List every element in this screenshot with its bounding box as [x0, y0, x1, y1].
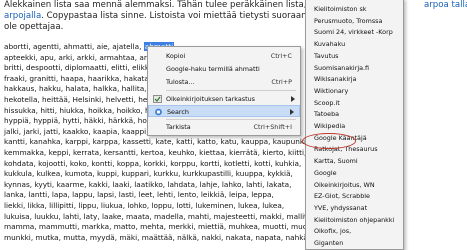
menu-item-inspect-label: Tarkista	[166, 123, 191, 131]
highlight-circle	[302, 133, 356, 149]
menu-separator	[166, 119, 296, 120]
menu-separator	[166, 90, 296, 91]
menu-item-search[interactable]: Search	[148, 105, 300, 117]
menu-item-copy-label: Kopioi	[166, 52, 186, 60]
menu-item-copy-shortcut: Ctrl+C	[270, 52, 292, 60]
submenu-arrow-icon	[290, 109, 294, 115]
submenu-arrow-icon	[291, 96, 295, 102]
word-list-line-text: abortti, agentti, ahmatti, aie, ajatella…	[4, 42, 144, 51]
menu-item-print-shortcut: Ctrl+P	[271, 78, 292, 86]
intro-link-talla[interactable]: arpoa talla	[424, 0, 467, 11]
menu-item-google-search[interactable]: Google-haku termillä ahmatti	[148, 63, 300, 75]
menu-item-google-search-label: Google-haku termillä ahmatti	[166, 65, 260, 73]
menu-item-spellcheck-label: Oikeinkirjoituksen tarkastus	[166, 95, 255, 103]
submenu-item[interactable]: Giganten	[306, 236, 403, 249]
menu-item-print[interactable]: Tulosta... Ctrl+P	[148, 76, 300, 88]
menu-item-print-label: Tulosta...	[166, 78, 195, 86]
search-submenu: Kielitoimiston sk Perusmuoto, Tromssa Suom…	[305, 0, 404, 250]
intro-link-arpojalla[interactable]: arpojalla	[4, 11, 41, 21]
intro-line-1-text: Alekkainen lista saa mennä alemmaksi. Tä…	[4, 0, 345, 10]
spellcheck-icon	[153, 95, 162, 103]
search-icon	[154, 108, 163, 116]
menu-item-search-label: Search	[167, 108, 189, 116]
menu-item-copy[interactable]: Kopioi Ctrl+C	[148, 50, 300, 62]
menu-item-inspect[interactable]: Tarkista Ctrl+Shift+I	[148, 121, 300, 133]
menu-item-spellcheck[interactable]: Oikeinkirjoituksen tarkastus	[148, 93, 300, 105]
context-menu: Kopioi Ctrl+C Google-haku termillä ahmat…	[147, 46, 301, 136]
intro-line-3-text: ole opettajaa.	[4, 22, 64, 32]
menu-item-inspect-shortcut: Ctrl+Shift+I	[253, 123, 293, 131]
